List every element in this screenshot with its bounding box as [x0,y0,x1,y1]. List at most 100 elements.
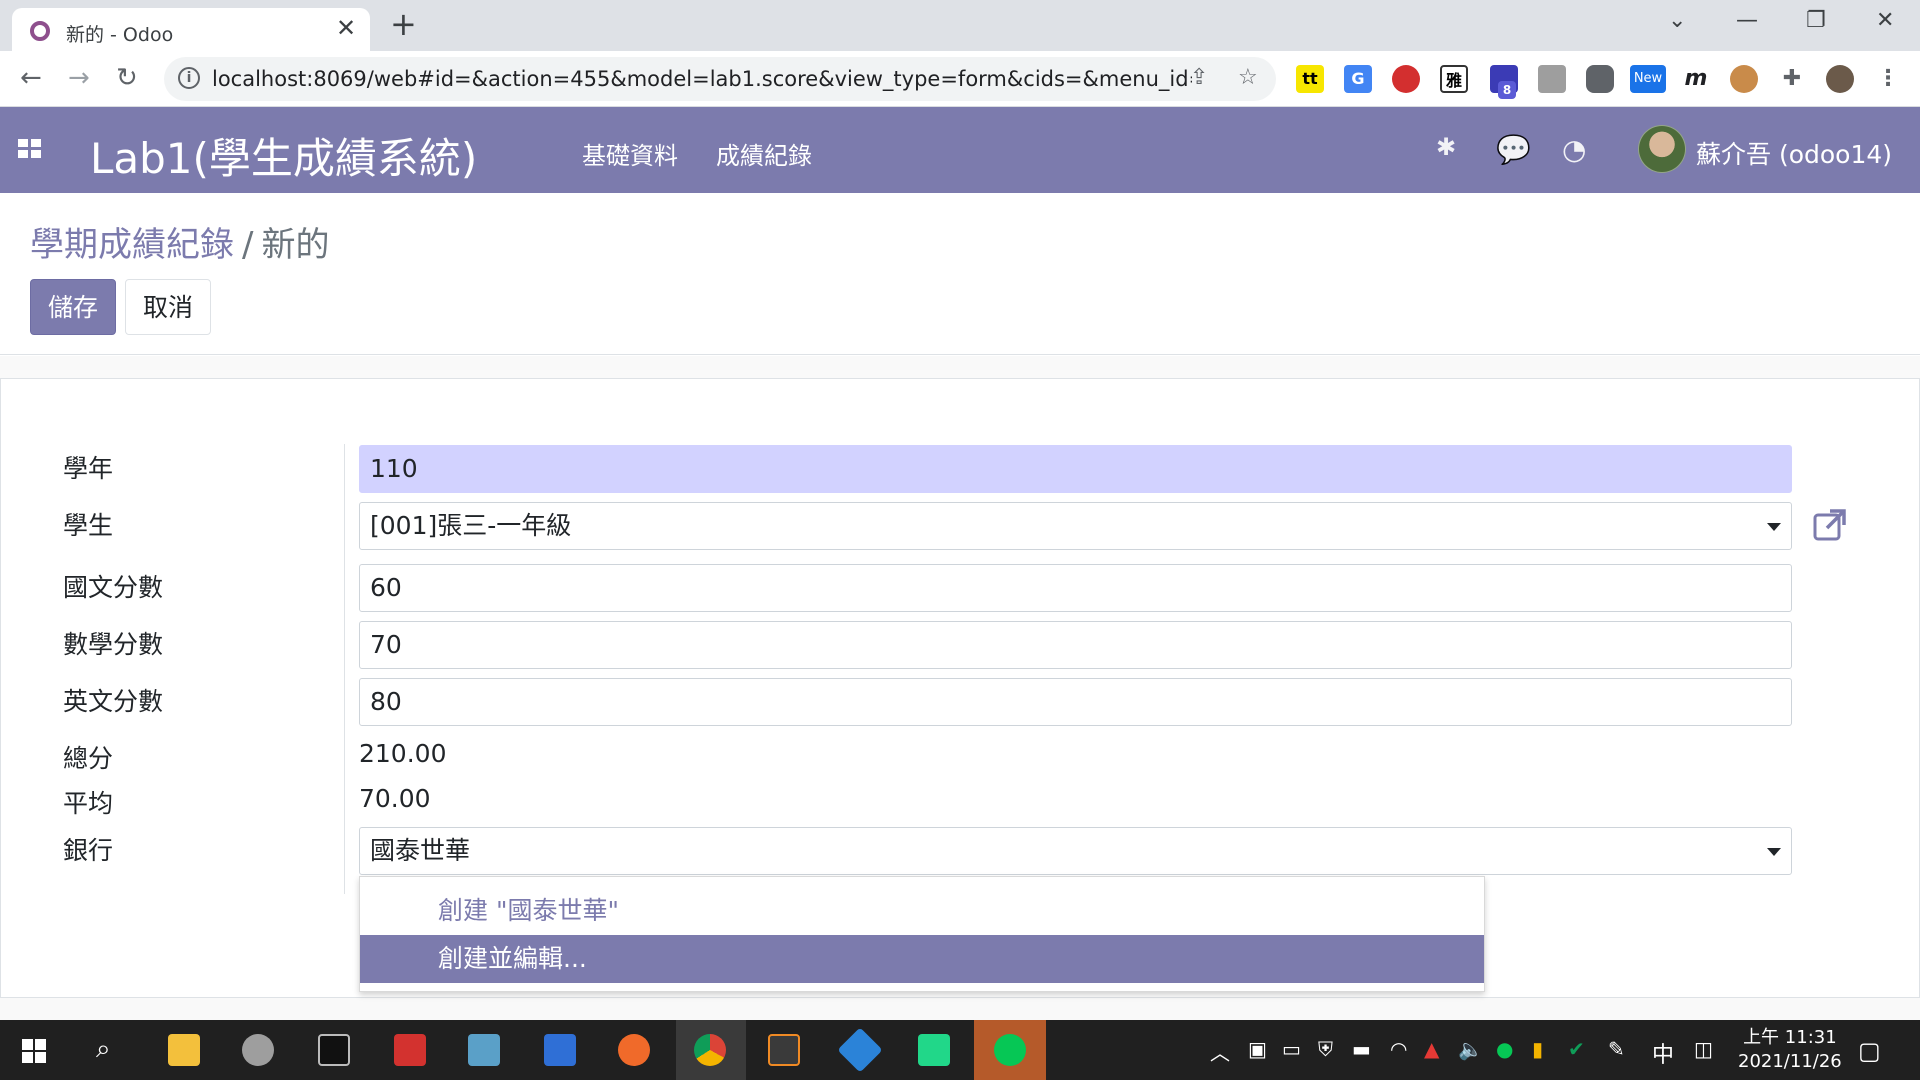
new-tab-icon[interactable]: + [390,6,417,42]
tray-chevron-up-icon[interactable]: ︿ [1210,1037,1230,1066]
back-icon[interactable]: ← [20,63,42,93]
student-label: 學生 [63,511,114,540]
bank-select[interactable]: 國泰世華 [359,827,1792,875]
tray-check-shield-icon[interactable]: ✔ [1568,1037,1585,1061]
save-button[interactable]: 儲存 [30,279,116,335]
english-score-label: 英文分數 [63,687,164,716]
year-label: 學年 [63,454,114,483]
notification-center-icon[interactable]: ▢ [1858,1037,1881,1065]
student-value: [001]張三-一年級 [370,511,572,540]
menu-score-records[interactable]: 成績紀錄 [716,136,812,171]
share-icon[interactable]: ⇪ [1190,65,1208,90]
discard-button[interactable]: 取消 [125,279,211,335]
label-divider [344,444,345,894]
ime-indicator[interactable]: 中 [1652,1037,1674,1069]
total-value: 210.00 [359,739,447,768]
chevron-down-icon[interactable] [1767,523,1781,531]
windows-start-icon[interactable] [22,1039,46,1063]
tray-chart-icon[interactable]: ▮ [1532,1037,1543,1061]
forward-icon[interactable]: → [68,63,90,93]
form-sheet: 學年 110 學生 [001]張三-一年級 國文分數 60 數學分數 70 英文… [0,378,1920,998]
browser-menu-icon[interactable]: ⋮ [1874,65,1902,93]
messaging-icon[interactable]: 💬 [1496,133,1531,166]
firefox-icon[interactable] [618,1034,650,1066]
bookmark-star-icon[interactable]: ☆ [1238,65,1258,90]
new-extension-icon[interactable]: New [1630,65,1666,93]
tray-camera-icon[interactable]: ▣ [1248,1037,1267,1061]
chinese-score-label: 國文分數 [63,573,164,602]
red-extension-icon[interactable] [1392,65,1420,93]
tt-extension-icon[interactable]: tt [1296,65,1324,93]
chevron-down-icon[interactable] [1767,848,1781,856]
tray-line-icon[interactable]: ● [1496,1037,1513,1061]
address-bar[interactable]: i localhost:8069/web#id=&action=455&mode… [164,57,1276,101]
external-link-icon[interactable] [1812,507,1848,543]
menu-basic-data[interactable]: 基礎資料 [582,136,678,171]
profile-avatar-icon[interactable] [1826,65,1854,93]
git-app-icon[interactable] [837,1027,883,1073]
pycharm-icon[interactable] [918,1034,950,1066]
reload-icon[interactable]: ↻ [116,63,138,93]
extensions-puzzle-icon[interactable]: ✚ [1778,65,1806,93]
browser-tab[interactable]: 新的 - Odoo ✕ [12,8,370,51]
clock-date: 2021/11/26 [1738,1051,1842,1072]
url-text[interactable]: localhost:8069/web#id=&action=455&model=… [212,67,1192,91]
translate-extension-icon[interactable]: G [1344,65,1372,93]
create-option[interactable]: 創建 "國泰世華" [360,887,1484,935]
red-app-icon[interactable] [394,1034,426,1066]
notebook-app-icon[interactable] [468,1034,500,1066]
restore-icon[interactable]: ❐ [1806,8,1826,33]
tray-monitor-icon[interactable]: ▭ [1282,1037,1301,1061]
file-explorer-icon[interactable] [168,1034,200,1066]
activity-clock-icon[interactable]: ◔ [1562,133,1586,166]
apps-menu-icon[interactable] [18,139,42,159]
bank-autocomplete-dropdown: 創建 "國泰世華" 創建並編輯... [359,876,1485,992]
minimize-icon[interactable]: — [1736,8,1758,33]
tray-shield-icon[interactable]: ⛨ [1318,1037,1333,1061]
tray-wifi-icon[interactable]: ◠ [1390,1037,1407,1061]
app-title[interactable]: Lab1(學生成績系統) [90,125,477,186]
clock-time: 上午 11:31 [1743,1027,1837,1048]
taskbar-clock[interactable]: 上午 11:31 2021/11/26 [1738,1026,1842,1074]
browser-tab-strip: 新的 - Odoo ✕ + ⌄ — ❐ ✕ [0,0,1920,51]
monkey-extension-icon[interactable] [1730,65,1758,93]
debug-bug-icon[interactable]: ✱ [1436,133,1456,161]
chinese-score-input[interactable]: 60 [359,564,1792,612]
create-and-edit-option[interactable]: 創建並編輯... [360,935,1484,983]
user-avatar[interactable] [1638,125,1686,173]
english-score-input[interactable]: 80 [359,678,1792,726]
close-window-icon[interactable]: ✕ [1876,8,1894,33]
m-extension-icon[interactable]: m [1682,65,1710,93]
year-input[interactable]: 110 [359,445,1792,493]
search-icon[interactable]: ⌕ [96,1034,111,1065]
dictionary-extension-icon[interactable]: 雅 [1440,65,1468,93]
math-score-input[interactable]: 70 [359,621,1792,669]
chrome-icon[interactable] [694,1034,726,1066]
tray-keyboard-icon[interactable]: ◫ [1694,1037,1713,1061]
breadcrumb-current: 新的 [261,225,330,265]
windows-taskbar: ⌕ ︿ ▣ ▭ ⛨ ▬ ◠ ▲ 🔈 ● ▮ ✔ ✎ 中 ◫ 上午 11:31 2… [0,1020,1920,1080]
settings-gear-icon[interactable] [242,1034,274,1066]
site-info-icon[interactable]: i [178,67,200,89]
tab-title: 新的 - Odoo [66,24,174,46]
tray-app-icon[interactable]: ▲ [1424,1037,1439,1061]
terminal-icon[interactable] [318,1034,350,1066]
odoo-favicon-icon [30,21,50,41]
tab-search-icon[interactable]: ⌄ [1668,8,1686,33]
student-select[interactable]: [001]張三-一年級 [359,502,1792,550]
bank-value: 國泰世華 [370,836,471,865]
user-name[interactable]: 蘇介吾 (odoo14) [1696,135,1892,171]
hand-extension-icon[interactable] [1538,65,1566,93]
tray-battery-icon[interactable]: ▬ [1352,1037,1371,1061]
sublime-text-icon[interactable] [768,1034,800,1066]
total-label: 總分 [63,744,114,773]
browser-toolbar: ← → ↻ i localhost:8069/web#id=&action=45… [0,51,1920,107]
close-tab-icon[interactable]: ✕ [336,14,356,42]
line-icon[interactable] [994,1034,1026,1066]
breadcrumb-parent[interactable]: 學期成績紀錄 [30,225,234,265]
average-label: 平均 [63,789,114,818]
chat-extension-icon[interactable] [1586,65,1614,93]
network-app-icon[interactable] [544,1034,576,1066]
tray-pen-icon[interactable]: ✎ [1608,1037,1625,1061]
tray-mute-icon[interactable]: 🔈 [1458,1037,1483,1061]
